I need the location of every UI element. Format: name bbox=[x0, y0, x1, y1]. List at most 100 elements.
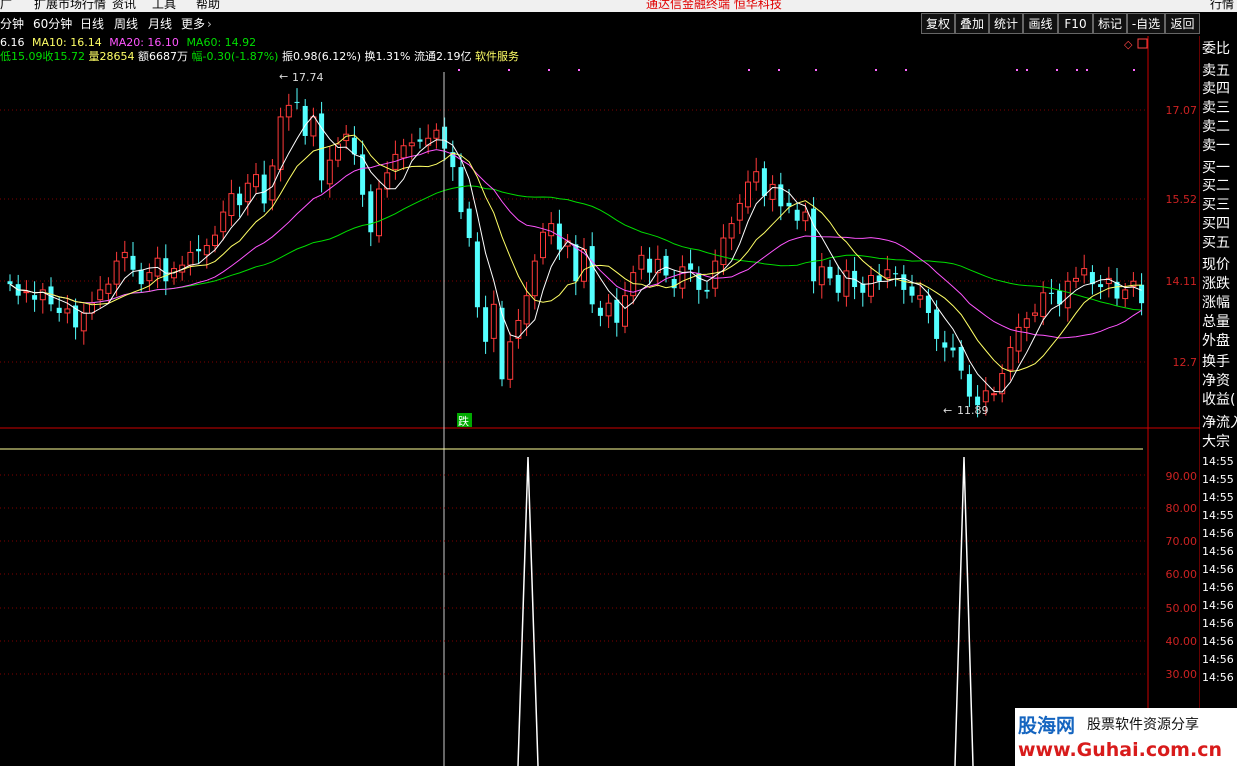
candle-body[interactable] bbox=[32, 295, 38, 300]
candle-body[interactable] bbox=[212, 234, 218, 247]
candle-body[interactable] bbox=[745, 181, 751, 208]
candle-body[interactable] bbox=[458, 167, 464, 213]
candle-body[interactable] bbox=[925, 295, 931, 313]
candle-body[interactable] bbox=[1032, 312, 1038, 316]
menu-item-quote[interactable]: 行情 bbox=[1210, 0, 1234, 12]
menu-item-help[interactable]: 帮助 bbox=[196, 0, 220, 12]
candle-body[interactable] bbox=[1098, 284, 1104, 288]
candle-body[interactable] bbox=[368, 191, 374, 233]
candle-body[interactable] bbox=[400, 145, 407, 159]
candle-body[interactable] bbox=[97, 289, 104, 301]
candle-body[interactable] bbox=[753, 171, 760, 183]
statistics-button[interactable]: 统计 bbox=[989, 13, 1023, 34]
candle-body[interactable] bbox=[794, 209, 800, 221]
candle-body[interactable] bbox=[573, 244, 579, 282]
candle-body[interactable] bbox=[277, 116, 284, 170]
candle-body[interactable] bbox=[351, 137, 357, 155]
period-monthly-button[interactable]: 月线 bbox=[148, 14, 172, 34]
candle-body[interactable] bbox=[294, 101, 300, 103]
period-minute-button[interactable]: 分钟 bbox=[0, 14, 24, 34]
candle-body[interactable] bbox=[121, 251, 128, 259]
candle-body[interactable] bbox=[991, 393, 997, 396]
kline-chart[interactable]: 17.07 15.52 14.11 12.7 ◇ 跌 ← 17.74 ← 11.… bbox=[0, 36, 1200, 766]
candle-body[interactable] bbox=[196, 248, 202, 252]
candle-body[interactable] bbox=[999, 373, 1006, 395]
candle-body[interactable] bbox=[1064, 280, 1071, 309]
candle-body[interactable] bbox=[647, 258, 653, 273]
candle-body[interactable] bbox=[1139, 284, 1145, 304]
menu-item-market[interactable]: 扩展市场行情 bbox=[34, 0, 106, 12]
period-weekly-button[interactable]: 周线 bbox=[114, 14, 138, 34]
candle-body[interactable] bbox=[253, 174, 259, 188]
candle-body[interactable] bbox=[80, 312, 87, 332]
candle-body[interactable] bbox=[704, 289, 710, 292]
candle-body[interactable] bbox=[827, 266, 833, 279]
candle-body[interactable] bbox=[982, 390, 989, 403]
candle-body[interactable] bbox=[720, 237, 727, 266]
candle-body[interactable] bbox=[942, 342, 948, 348]
candle-body[interactable] bbox=[909, 286, 915, 296]
candle-body[interactable] bbox=[163, 258, 169, 282]
candle-body[interactable] bbox=[319, 113, 325, 181]
candle-body[interactable] bbox=[893, 273, 899, 275]
candle-body[interactable] bbox=[1122, 289, 1129, 300]
candle-body[interactable] bbox=[818, 266, 825, 286]
candle-body[interactable] bbox=[261, 174, 267, 204]
candle-body[interactable] bbox=[244, 182, 251, 203]
industry-label[interactable]: 软件服务 bbox=[475, 50, 519, 63]
candle-body[interactable] bbox=[113, 260, 120, 285]
candle-body[interactable] bbox=[203, 245, 210, 256]
candle-body[interactable] bbox=[433, 129, 440, 139]
candle-body[interactable] bbox=[302, 105, 308, 136]
candle-body[interactable] bbox=[483, 307, 489, 342]
candle-body[interactable] bbox=[507, 341, 514, 380]
candle-body[interactable] bbox=[442, 126, 448, 149]
remove-watchlist-button[interactable]: -自选 bbox=[1127, 13, 1165, 34]
candle-body[interactable] bbox=[105, 283, 112, 294]
candle-body[interactable] bbox=[1073, 277, 1079, 282]
candle-body[interactable] bbox=[285, 104, 292, 118]
candle-body[interactable] bbox=[786, 202, 792, 207]
candle-body[interactable] bbox=[490, 303, 497, 339]
candle-body[interactable] bbox=[7, 281, 13, 285]
candle-body[interactable] bbox=[531, 260, 538, 297]
back-button[interactable]: 返回 bbox=[1165, 13, 1200, 34]
candle-body[interactable] bbox=[597, 307, 603, 316]
restore-rights-button[interactable]: 复权 bbox=[921, 13, 955, 34]
candle-body[interactable] bbox=[376, 188, 382, 237]
candle-body[interactable] bbox=[958, 347, 964, 371]
candle-body[interactable] bbox=[220, 211, 227, 233]
draw-line-button[interactable]: 画线 bbox=[1023, 13, 1058, 34]
candle-body[interactable] bbox=[548, 223, 555, 237]
candle-body[interactable] bbox=[679, 266, 686, 289]
candle-body[interactable] bbox=[876, 275, 882, 282]
candle-body[interactable] bbox=[1057, 290, 1063, 305]
candle-body[interactable] bbox=[540, 231, 546, 259]
window-toggle-icon[interactable] bbox=[1137, 38, 1148, 49]
menu-item-tools[interactable]: 工具 bbox=[152, 0, 176, 12]
candle-body[interactable] bbox=[728, 223, 735, 239]
menu-item-0[interactable]: 广 bbox=[0, 0, 12, 12]
candle-body[interactable] bbox=[474, 241, 480, 308]
candle-body[interactable] bbox=[417, 139, 423, 142]
candle-body[interactable] bbox=[811, 208, 817, 282]
more-periods-button[interactable]: 更多 › bbox=[181, 14, 212, 34]
candle-body[interactable] bbox=[638, 254, 645, 270]
f10-button[interactable]: F10 bbox=[1058, 13, 1093, 34]
candle-body[interactable] bbox=[187, 251, 194, 266]
candle-body[interactable] bbox=[237, 193, 243, 206]
candle-body[interactable] bbox=[868, 275, 874, 297]
candle-body[interactable] bbox=[523, 295, 530, 325]
candle-body[interactable] bbox=[335, 143, 341, 161]
period-daily-button[interactable]: 日线 bbox=[80, 14, 104, 34]
candle-body[interactable] bbox=[408, 142, 415, 147]
candle-body[interactable] bbox=[614, 299, 620, 323]
candle-body[interactable] bbox=[663, 255, 669, 276]
candle-body[interactable] bbox=[130, 255, 136, 270]
candle-body[interactable] bbox=[1081, 268, 1088, 276]
candle-body[interactable] bbox=[1023, 318, 1030, 328]
candle-body[interactable] bbox=[1048, 292, 1054, 294]
candle-body[interactable] bbox=[934, 309, 940, 339]
candle-body[interactable] bbox=[64, 308, 71, 314]
candle-body[interactable] bbox=[966, 374, 972, 397]
